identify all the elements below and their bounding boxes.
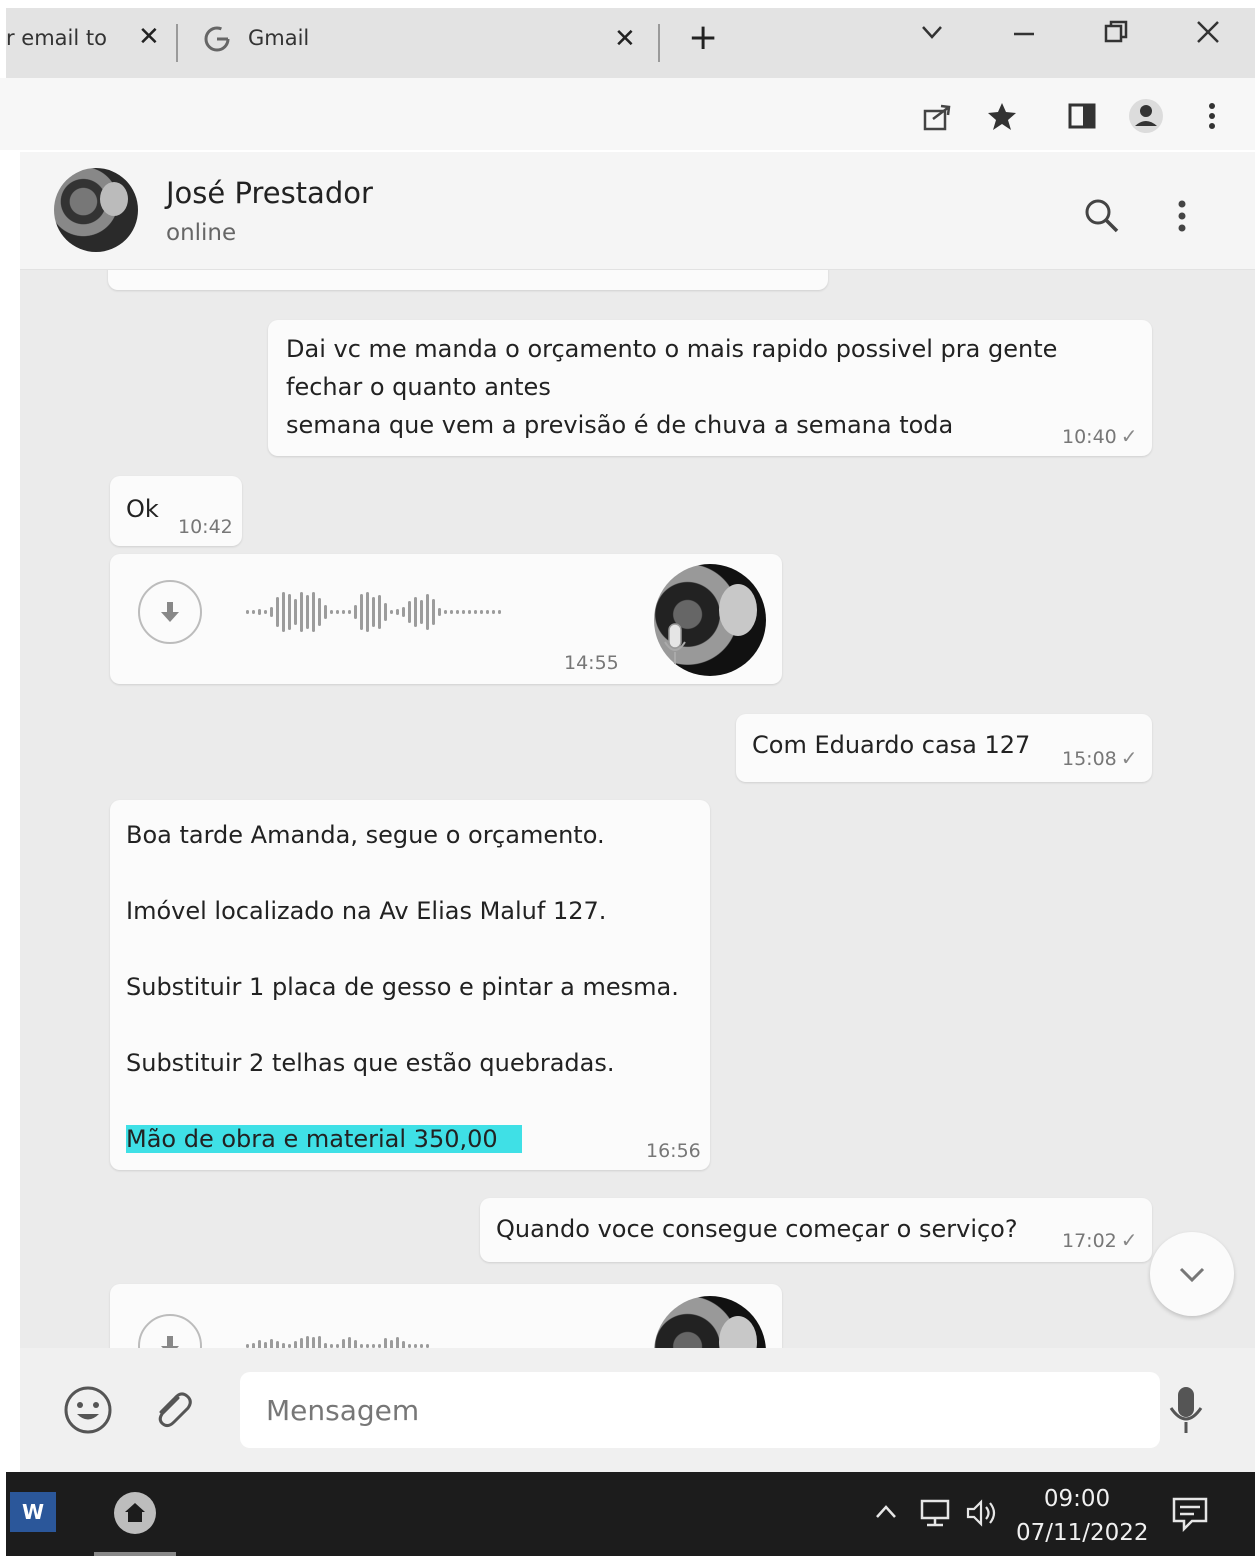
microphone-icon bbox=[662, 622, 688, 670]
sent-check-icon: ✓ bbox=[1120, 1228, 1138, 1252]
contact-name[interactable]: José Prestador bbox=[166, 176, 373, 210]
tab-previous-title[interactable]: r email to bbox=[6, 26, 107, 50]
notification-center-icon[interactable] bbox=[1170, 1496, 1210, 1533]
chat-header: José Prestador online bbox=[20, 152, 1255, 270]
message-line: Substituir 1 placa de gesso e pintar a m… bbox=[126, 973, 679, 1001]
network-icon[interactable] bbox=[918, 1498, 952, 1534]
download-icon[interactable] bbox=[138, 1314, 202, 1348]
clock-date: 07/11/2022 bbox=[1016, 1520, 1149, 1546]
tab-gmail-close-button[interactable]: ✕ bbox=[614, 24, 636, 54]
windows-taskbar: W 09:00 07/11/2022 bbox=[6, 1472, 1255, 1556]
message-bubble-outgoing[interactable]: Com Eduardo casa 127 15:08 ✓ bbox=[736, 714, 1152, 782]
clock-time: 09:00 bbox=[1043, 1486, 1111, 1512]
google-g-icon bbox=[202, 24, 232, 60]
sender-avatar bbox=[654, 1296, 766, 1348]
browser-toolbar bbox=[0, 78, 1255, 150]
message-bubble-outgoing[interactable]: Quando voce consegue começar o serviço? … bbox=[480, 1198, 1152, 1262]
share-icon[interactable] bbox=[918, 96, 958, 136]
message-line: Imóvel localizado na Av Elias Maluf 127. bbox=[126, 897, 607, 925]
pinned-app-icon[interactable] bbox=[114, 1492, 156, 1534]
message-input[interactable] bbox=[240, 1372, 1160, 1448]
tab-separator bbox=[176, 24, 178, 62]
tab-separator bbox=[658, 24, 660, 62]
chevron-up-icon[interactable] bbox=[872, 1498, 900, 1532]
message-text: Quando voce consegue começar o serviço? bbox=[496, 1215, 1018, 1243]
volume-icon[interactable] bbox=[964, 1498, 998, 1534]
system-clock[interactable]: 09:00 07/11/2022 bbox=[1016, 1482, 1149, 1550]
active-app-indicator bbox=[94, 1552, 176, 1556]
message-bubble-outgoing[interactable]: Dai vc me manda o orçamento o mais rapid… bbox=[268, 320, 1152, 456]
message-time: 10:40 ✓ bbox=[1062, 424, 1138, 448]
chat-menu-icon[interactable] bbox=[1162, 196, 1202, 236]
profile-icon[interactable] bbox=[1126, 96, 1166, 136]
message-time: 17:02 ✓ bbox=[1062, 1228, 1138, 1252]
side-panel-icon[interactable] bbox=[1062, 96, 1102, 136]
emoji-icon[interactable] bbox=[62, 1384, 114, 1436]
message-bubble-incoming[interactable]: Boa tarde Amanda, segue o orçamento. Imó… bbox=[110, 800, 710, 1170]
word-app-icon[interactable]: W bbox=[10, 1492, 56, 1532]
message-bubble-partial bbox=[108, 270, 828, 290]
close-window-button[interactable] bbox=[1188, 18, 1228, 62]
message-line: Substituir 2 telhas que estão quebradas. bbox=[126, 1049, 615, 1077]
chevron-down-icon bbox=[1179, 1267, 1205, 1283]
sent-check-icon: ✓ bbox=[1120, 746, 1138, 770]
sent-check-icon: ✓ bbox=[1120, 424, 1138, 448]
search-icon[interactable] bbox=[1082, 196, 1122, 236]
message-time: 10:42 bbox=[178, 516, 233, 538]
highlighted-price-line: Mão de obra e material 350,00 bbox=[126, 1120, 522, 1158]
tab-previous-close-button[interactable]: ✕ bbox=[138, 22, 160, 52]
tab-search-chevron-icon[interactable] bbox=[912, 18, 952, 62]
message-composer bbox=[20, 1348, 1255, 1472]
message-text: Ok bbox=[126, 495, 159, 523]
message-time: 15:08 ✓ bbox=[1062, 746, 1138, 770]
tab-gmail-title[interactable]: Gmail bbox=[248, 26, 309, 50]
chat-message-area[interactable]: Dai vc me manda o orçamento o mais rapid… bbox=[20, 270, 1255, 1348]
scroll-to-bottom-button[interactable] bbox=[1150, 1232, 1234, 1316]
audio-waveform[interactable] bbox=[246, 1324, 429, 1348]
download-icon[interactable] bbox=[138, 580, 202, 644]
browser-menu-icon[interactable] bbox=[1192, 96, 1232, 136]
message-time: 14:55 bbox=[564, 652, 619, 674]
message-text: Com Eduardo casa 127 bbox=[752, 731, 1031, 759]
browser-tab-strip: r email to ✕ Gmail ✕ + bbox=[6, 8, 1255, 78]
minimize-button[interactable] bbox=[1004, 18, 1044, 62]
message-text: Dai vc me manda o orçamento o mais rapid… bbox=[286, 335, 1058, 439]
new-tab-button[interactable]: + bbox=[688, 20, 718, 56]
attach-paperclip-icon[interactable] bbox=[146, 1384, 198, 1436]
message-time: 16:56 bbox=[646, 1140, 701, 1162]
microphone-icon[interactable] bbox=[1160, 1384, 1212, 1436]
voice-message-bubble[interactable]: 14:55 bbox=[110, 554, 782, 684]
voice-message-bubble[interactable] bbox=[110, 1284, 782, 1348]
message-bubble-incoming[interactable]: Ok 10:42 bbox=[110, 476, 242, 546]
message-line: Boa tarde Amanda, segue o orçamento. bbox=[126, 821, 605, 849]
restore-button[interactable] bbox=[1096, 18, 1136, 62]
bookmark-star-icon[interactable] bbox=[982, 96, 1022, 136]
contact-status: online bbox=[166, 220, 237, 246]
audio-waveform[interactable] bbox=[246, 590, 501, 634]
contact-avatar[interactable] bbox=[54, 168, 138, 252]
